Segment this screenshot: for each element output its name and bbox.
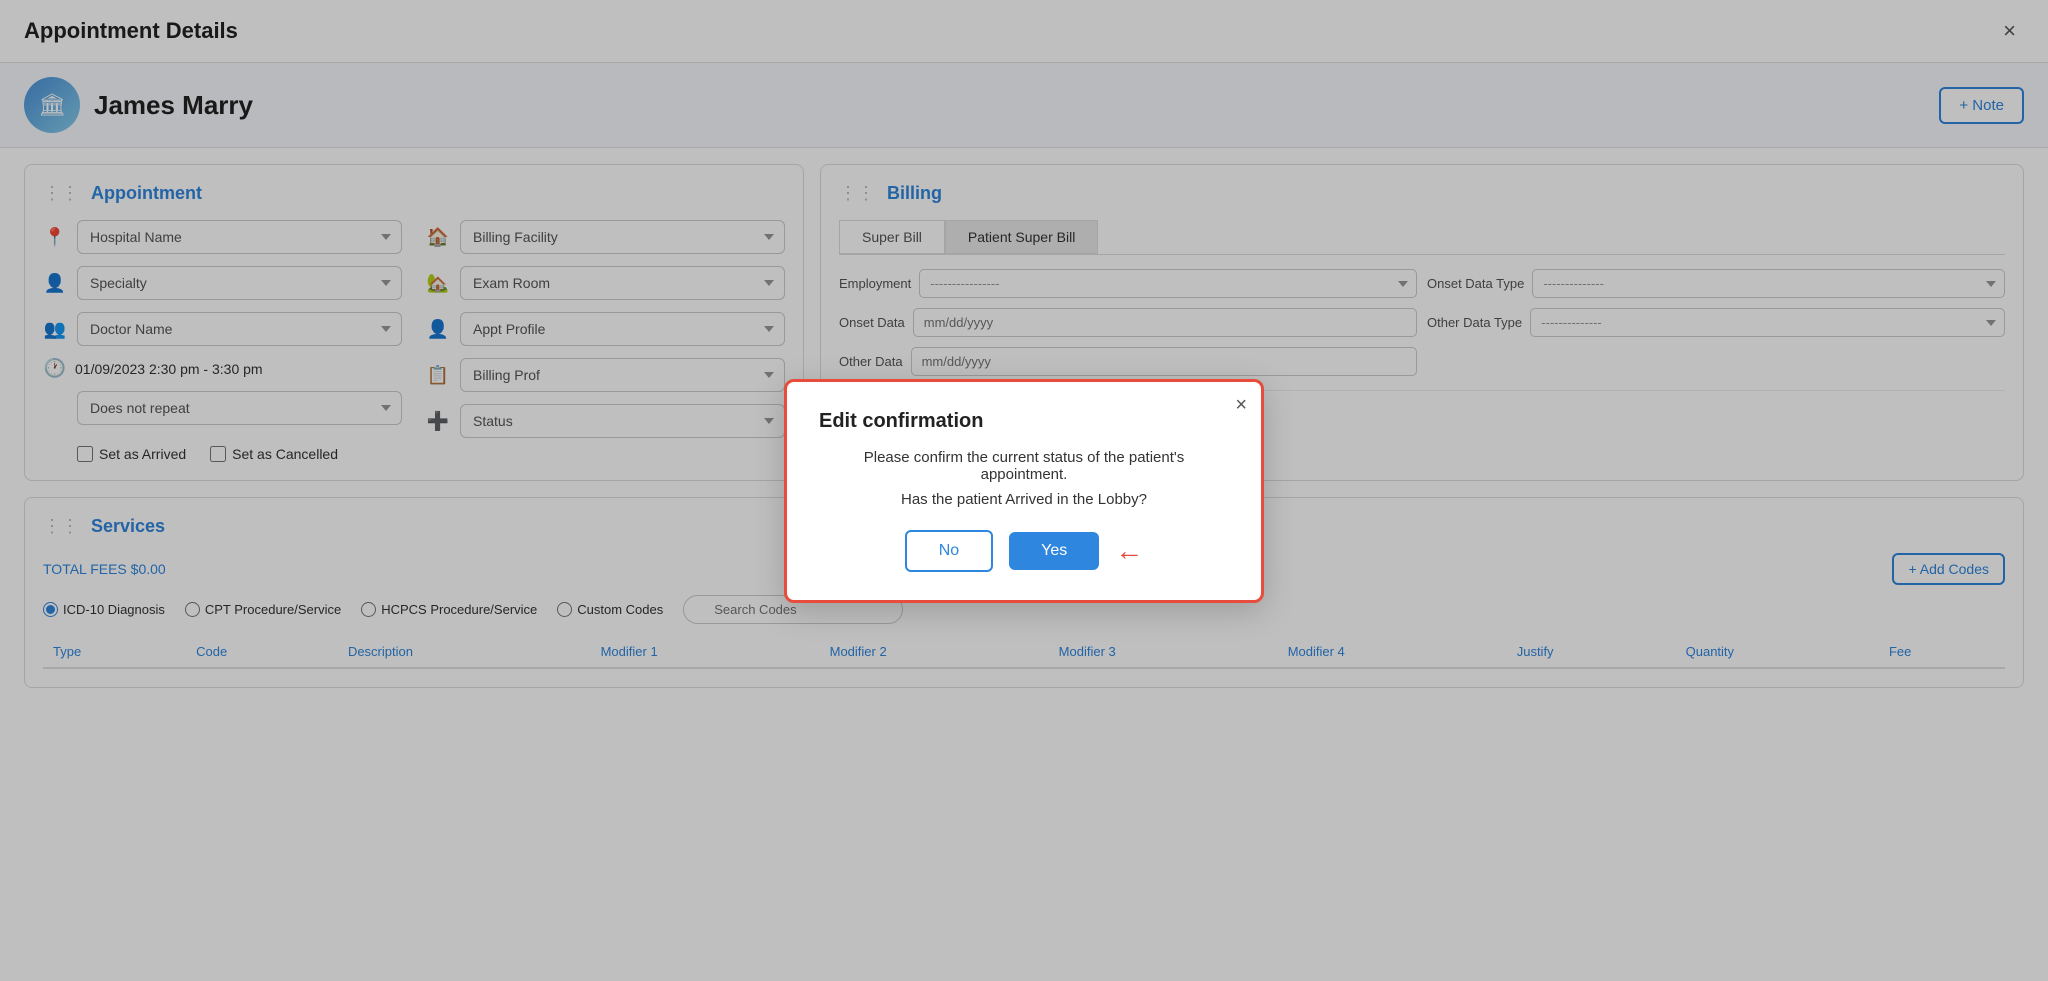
modal-close-button[interactable]: × [1235, 394, 1247, 417]
modal-no-button[interactable]: No [905, 530, 993, 572]
modal-yes-button[interactable]: Yes [1009, 532, 1099, 570]
arrow-indicator-icon: ← [1115, 535, 1143, 567]
modal-title: Edit confirmation [819, 410, 1229, 433]
modal-message: Please confirm the current status of the… [819, 449, 1229, 483]
edit-confirmation-modal: × Edit confirmation Please confirm the c… [784, 379, 1264, 603]
modal-buttons: No Yes ← [819, 530, 1229, 572]
page-container: Appointment Details × 🏛 James Marry + No… [0, 0, 2048, 981]
modal-question: Has the patient Arrived in the Lobby? [819, 491, 1229, 508]
modal-overlay: × Edit confirmation Please confirm the c… [0, 0, 2048, 981]
